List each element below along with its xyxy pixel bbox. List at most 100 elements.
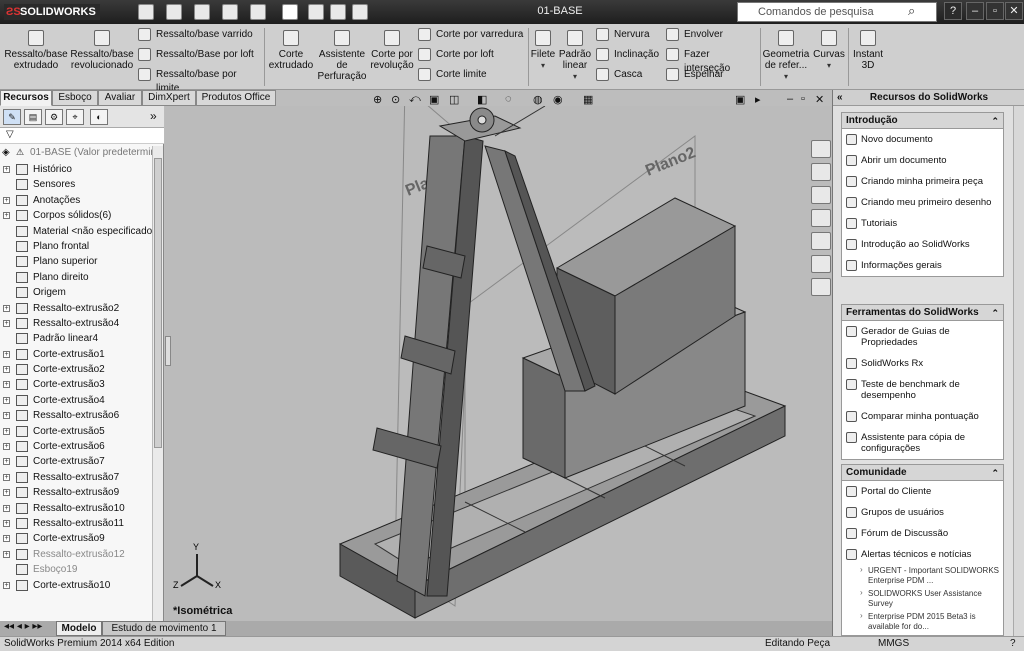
viewport-minimize-icon[interactable]: – xyxy=(787,93,793,105)
status-help[interactable]: ? xyxy=(1010,637,1016,651)
tree-item[interactable]: Plano superior xyxy=(0,254,152,269)
task-pane-link[interactable]: Abrir um documento xyxy=(842,150,1003,171)
view-settings-icon[interactable]: ▦ xyxy=(583,93,593,106)
tree-item[interactable]: + Ressalto-extrusão7 xyxy=(0,470,152,485)
dropdown-caret-icon[interactable]: ▾ xyxy=(827,61,831,70)
news-link[interactable]: Enterprise PDM 2015 Beta3 is available f… xyxy=(842,611,1003,634)
file-properties-icon[interactable] xyxy=(330,4,346,20)
previous-view-icon[interactable]: ⤺ xyxy=(409,93,421,106)
expand-toggle-icon[interactable]: + xyxy=(3,166,10,173)
home-tab-icon[interactable] xyxy=(811,163,831,181)
task-pane-link[interactable]: Alertas técnicos e notícias xyxy=(842,544,1003,565)
tree-item[interactable]: + Ressalto-extrusão12 xyxy=(0,547,152,562)
solidworks-resources-tab-icon[interactable] xyxy=(811,140,831,158)
lofted-boss-button[interactable]: Ressalto/Base por loft xyxy=(138,48,262,62)
task-pane-link[interactable]: Grupos de usuários xyxy=(842,502,1003,523)
task-pane-link[interactable]: Informações gerais xyxy=(842,255,1003,276)
restore-viewport-icon[interactable]: ▣ xyxy=(735,93,745,106)
news-link[interactable]: SOLIDWORKS User Assistance Survey xyxy=(842,588,1003,611)
section-header[interactable]: Comunidade ⌃ xyxy=(842,465,1003,481)
expand-toggle-icon[interactable]: + xyxy=(3,396,10,404)
new-document-icon[interactable] xyxy=(138,4,154,20)
open-folder-icon[interactable] xyxy=(166,4,182,20)
tree-item[interactable]: + Corte-extrusão5 xyxy=(0,424,152,439)
expand-toggle-icon[interactable]: + xyxy=(3,427,10,435)
help-button[interactable]: ? xyxy=(944,2,962,20)
hole-wizard-button[interactable]: Assistente de Perfuração xyxy=(316,28,368,82)
rebuild-icon[interactable] xyxy=(308,4,324,20)
tree-item[interactable]: + Anotações xyxy=(0,193,152,208)
extruded-boss-button[interactable]: Ressalto/base extrudado xyxy=(4,28,68,71)
dimxpert-manager-icon[interactable]: ⌖ xyxy=(66,109,84,125)
task-pane-link[interactable]: SolidWorks Rx xyxy=(842,353,1003,374)
tab-avaliar[interactable]: Avaliar xyxy=(98,90,142,106)
expand-toggle-icon[interactable]: + xyxy=(3,443,10,451)
tree-item[interactable]: Plano direito xyxy=(0,270,152,285)
lofted-cut-button[interactable]: Corte por loft xyxy=(418,48,526,62)
task-pane-link[interactable]: Novo documento xyxy=(842,129,1003,150)
tab-dimxpert[interactable]: DimXpert xyxy=(142,90,196,106)
tree-filter-bar[interactable]: ▽ xyxy=(0,128,164,144)
dropdown-caret-icon[interactable]: ▾ xyxy=(784,72,788,81)
swept-cut-button[interactable]: Corte por varredura xyxy=(418,28,526,42)
collapse-pane-icon[interactable]: « xyxy=(837,90,843,106)
search-icon[interactable]: ⌕ xyxy=(908,3,915,19)
task-pane-link[interactable]: Fórum de Discussão xyxy=(842,523,1003,544)
instant-3d-button[interactable]: Instant 3D xyxy=(850,28,886,71)
tree-item[interactable]: Material <não especificado> xyxy=(0,224,158,239)
swept-boss-button[interactable]: Ressalto/base varrido xyxy=(138,28,262,42)
tree-item[interactable]: + Corte-extrusão2 xyxy=(0,362,152,377)
task-pane-link[interactable]: Criando meu primeiro desenho xyxy=(842,192,1003,213)
task-pane-link[interactable]: Assistente para cópia de configurações xyxy=(842,427,1003,459)
tab-recursos[interactable]: Recursos xyxy=(0,90,52,106)
solidworks-logo[interactable]: ƧS SOLIDWORKS xyxy=(4,4,100,20)
expand-toggle-icon[interactable]: + xyxy=(3,304,10,312)
tree-item[interactable]: Plano frontal xyxy=(0,239,152,254)
tree-item[interactable]: + Corte-extrusão6 xyxy=(0,439,152,454)
zoom-area-icon[interactable]: ⊙ xyxy=(391,93,400,106)
feature-tree-icon[interactable]: ✎ xyxy=(3,109,21,125)
maximize-button[interactable]: ▫ xyxy=(986,2,1004,20)
tree-item[interactable]: Padrão linear4 xyxy=(0,331,152,346)
expand-toggle-icon[interactable]: + xyxy=(3,212,10,220)
tree-scrollbar[interactable] xyxy=(152,146,163,621)
edit-appearance-icon[interactable]: ◍ xyxy=(533,93,543,106)
expand-panel-icon[interactable]: » xyxy=(150,109,157,123)
tree-item[interactable]: + Corpos sólidos(6) xyxy=(0,208,152,223)
expand-toggle-icon[interactable]: + xyxy=(3,489,10,497)
tree-item[interactable]: + Ressalto-extrusão6 xyxy=(0,408,152,423)
tab-produtos-office[interactable]: Produtos Office xyxy=(196,90,276,106)
fillet-button[interactable]: Filete ▾ xyxy=(530,28,556,71)
property-manager-icon[interactable]: ▤ xyxy=(24,109,42,125)
file-explorer-tab-icon[interactable] xyxy=(811,209,831,227)
tree-item[interactable]: + Corte-extrusão3 xyxy=(0,377,152,392)
tab-estudo-movimento[interactable]: Estudo de movimento 1 xyxy=(102,621,226,636)
view-palette-tab-icon[interactable] xyxy=(811,232,831,250)
task-pane-link[interactable]: Teste de benchmark de desempenho xyxy=(842,374,1003,406)
expand-toggle-icon[interactable]: + xyxy=(3,366,10,374)
search-commands-input[interactable]: Comandos de pesquisa xyxy=(737,2,937,22)
revolved-boss-button[interactable]: Ressalto/base revolucionado xyxy=(70,28,134,71)
rib-button[interactable]: Nervura xyxy=(596,28,662,42)
expand-toggle-icon[interactable]: + xyxy=(3,504,10,512)
display-manager-icon[interactable]: ◐ xyxy=(90,109,108,125)
expand-toggle-icon[interactable]: + xyxy=(3,550,10,558)
shell-button[interactable]: Casca xyxy=(596,68,662,82)
collapse-section-icon[interactable]: ⌃ xyxy=(991,305,999,321)
tree-item[interactable]: Origem xyxy=(0,285,152,300)
apply-scene-icon[interactable]: ◉ xyxy=(553,93,563,106)
view-orientation-icon[interactable]: ◫ xyxy=(449,93,459,106)
reference-geometry-button[interactable]: Geometria de refer... ▾ xyxy=(762,28,810,82)
tree-item[interactable]: + Corte-extrusão9 xyxy=(0,531,152,546)
section-header[interactable]: Introdução ⌃ xyxy=(842,113,1003,129)
hide-show-icon[interactable]: ◌ xyxy=(505,93,512,105)
save-icon[interactable] xyxy=(194,4,210,20)
close-button[interactable]: ✕ xyxy=(1005,2,1023,20)
task-pane-scrollbar[interactable] xyxy=(1013,106,1024,636)
linear-pattern-button[interactable]: Padrão linear ▾ xyxy=(558,28,592,82)
boundary-cut-button[interactable]: Corte limite xyxy=(418,68,526,82)
print-icon[interactable] xyxy=(222,4,238,20)
section-view-icon[interactable]: ▣ xyxy=(429,93,439,106)
configuration-manager-icon[interactable]: ⚙ xyxy=(45,109,63,125)
appearances-tab-icon[interactable] xyxy=(811,255,831,273)
